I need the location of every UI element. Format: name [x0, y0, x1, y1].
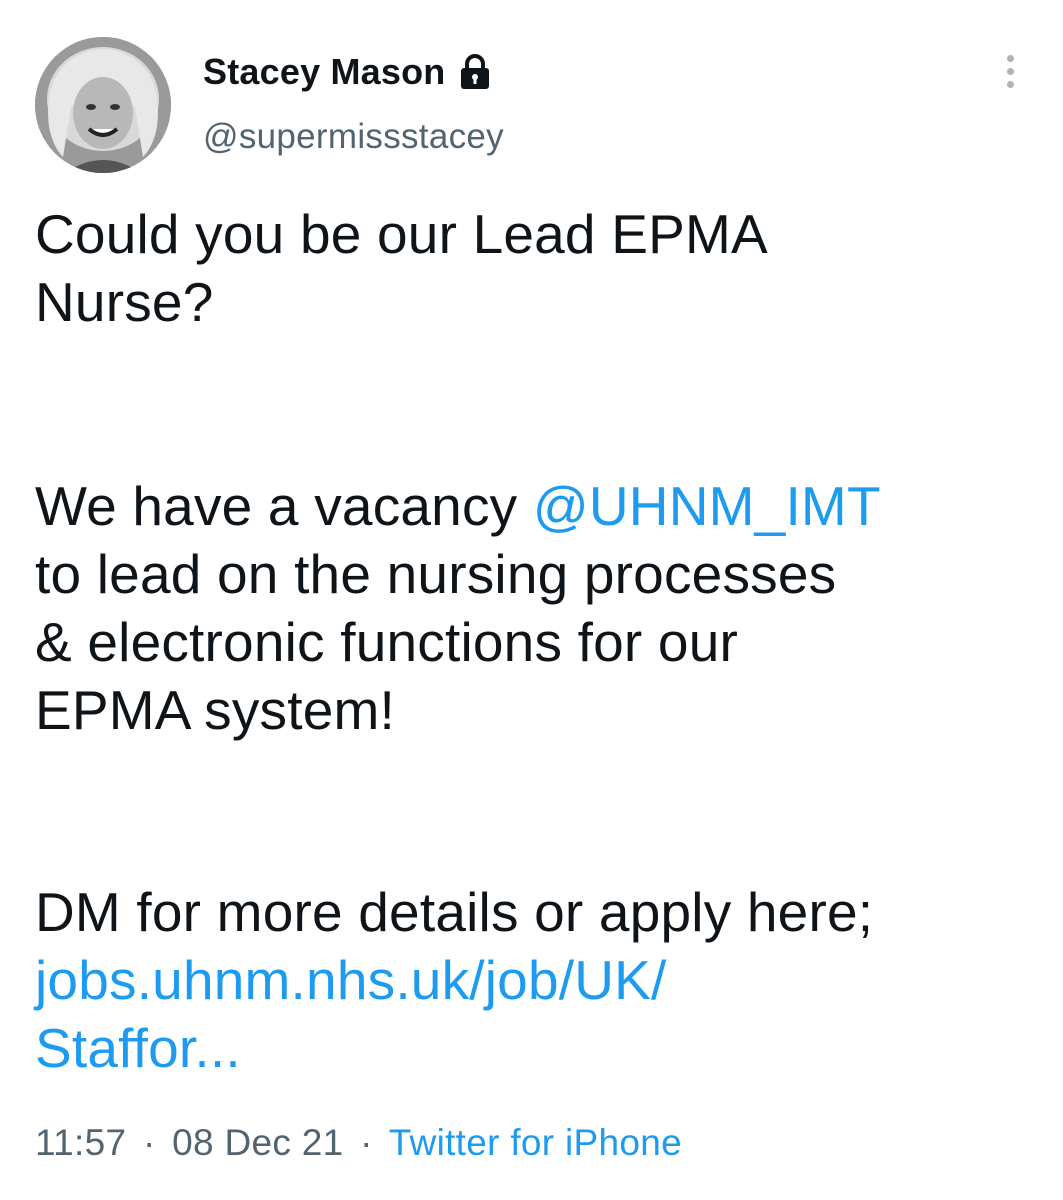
display-name[interactable]: Stacey Mason — [203, 51, 446, 93]
tweet-line-text: We have a vacancy — [35, 475, 533, 537]
tweet-line-with-mention: We have a vacancy @UHNM_IMT — [35, 472, 881, 540]
meta-separator: · — [142, 1122, 156, 1163]
tweet: Stacey Mason @supermissstacey Could you … — [0, 0, 1063, 1200]
tweet-line: to lead on the nursing processes — [35, 543, 837, 605]
tweet-line: Nurse? — [35, 271, 214, 333]
meta-separator: · — [360, 1122, 373, 1163]
tweet-time[interactable]: 11:57 — [35, 1122, 126, 1163]
handle[interactable]: @supermissstacey — [203, 117, 504, 157]
tweet-source-link[interactable]: Twitter for iPhone — [389, 1122, 682, 1163]
tweet-paragraph-2: We have a vacancy @UHNM_IMT to lead on t… — [35, 472, 881, 744]
tweet-paragraph-1: Could you be our Lead EPMA Nurse? — [35, 200, 768, 336]
job-link-line-2[interactable]: Staffor... — [35, 1014, 873, 1082]
lock-icon — [458, 53, 492, 91]
more-vertical-icon[interactable] — [995, 55, 1025, 95]
tweet-line: Could you be our Lead EPMA — [35, 203, 768, 265]
author-name-row[interactable]: Stacey Mason — [203, 48, 492, 96]
tweet-line: EPMA system! — [35, 679, 395, 741]
tweet-line: & electronic functions for our — [35, 611, 739, 673]
tweet-paragraph-3: DM for more details or apply here; jobs.… — [35, 878, 873, 1082]
profile-photo — [35, 37, 171, 173]
mention-link[interactable]: @UHNM_IMT — [533, 475, 881, 537]
avatar[interactable] — [35, 37, 171, 173]
tweet-meta: 11:57 · 08 Dec 21 · Twitter for iPhone — [35, 1122, 682, 1164]
job-link-line-1[interactable]: jobs.uhnm.nhs.uk/job/UK/ — [35, 946, 873, 1014]
tweet-date[interactable]: 08 Dec 21 — [172, 1122, 343, 1163]
tweet-line: DM for more details or apply here; — [35, 881, 874, 943]
